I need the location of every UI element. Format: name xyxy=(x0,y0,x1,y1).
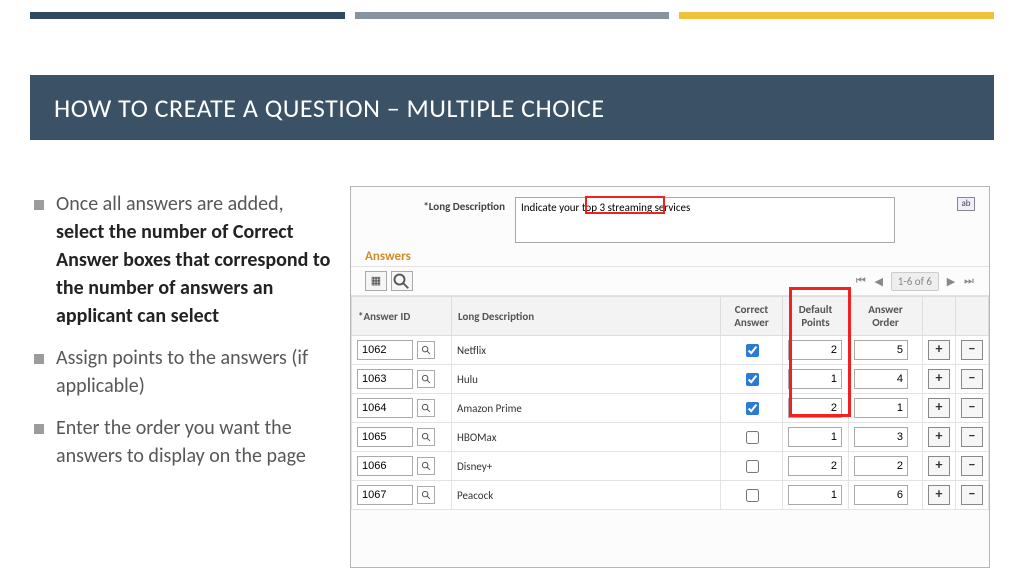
bullet-2: Assign points to the answers (if applica… xyxy=(52,344,334,400)
answer-desc: HBOMax xyxy=(452,423,721,452)
points-input[interactable] xyxy=(788,369,842,389)
correct-checkbox[interactable] xyxy=(746,344,759,357)
pager-next-icon[interactable]: ▶ xyxy=(945,275,957,288)
remove-row-button[interactable]: − xyxy=(961,398,983,418)
long-description-label: *Long Description xyxy=(365,197,505,213)
answer-id-input[interactable] xyxy=(357,456,413,476)
order-input[interactable] xyxy=(854,456,908,476)
pager-prev-icon[interactable]: ◀ xyxy=(873,275,885,288)
answer-id-input[interactable] xyxy=(357,427,413,447)
remove-row-button[interactable]: − xyxy=(961,485,983,505)
answers-table: *Answer ID Long Description Correct Answ… xyxy=(351,296,989,510)
points-input[interactable] xyxy=(788,340,842,360)
points-input[interactable] xyxy=(788,398,842,418)
bullet-3: Enter the order you want the answers to … xyxy=(52,414,334,470)
answer-desc: Netflix xyxy=(452,336,721,365)
pager-range[interactable]: 1-6 of 6 xyxy=(891,272,939,291)
answer-desc: Amazon Prime xyxy=(452,394,721,423)
instruction-bullets: Once all answers are added, select the n… xyxy=(34,190,334,484)
correct-checkbox[interactable] xyxy=(746,460,759,473)
add-row-button[interactable]: + xyxy=(928,340,950,360)
answers-panel: *Long Description ab Answers ▦ ⏮ ◀ 1-6 o… xyxy=(350,186,990,568)
order-input[interactable] xyxy=(854,485,908,505)
remove-row-button[interactable]: − xyxy=(961,340,983,360)
answers-toolbar: ▦ ⏮ ◀ 1-6 of 6 ▶ ⏭ xyxy=(351,267,989,296)
order-input[interactable] xyxy=(854,369,908,389)
bullet-1: Once all answers are added, select the n… xyxy=(52,190,334,330)
table-row: Peacock +− xyxy=(352,481,989,510)
table-row: Netflix +− xyxy=(352,336,989,365)
grid-view-button[interactable]: ▦ xyxy=(365,271,387,291)
correct-checkbox[interactable] xyxy=(746,489,759,502)
answers-heading: Answers xyxy=(351,249,989,267)
col-correct: Correct Answer xyxy=(721,297,783,336)
col-order: Answer Order xyxy=(849,297,923,336)
pager-last-icon[interactable]: ⏭ xyxy=(963,274,975,288)
table-row: Hulu +− xyxy=(352,365,989,394)
answer-id-input[interactable] xyxy=(357,398,413,418)
spellcheck-icon[interactable]: ab xyxy=(957,197,975,211)
table-row: HBOMax +− xyxy=(352,423,989,452)
col-long-desc: Long Description xyxy=(452,297,721,336)
answer-desc: Peacock xyxy=(452,481,721,510)
points-input[interactable] xyxy=(788,427,842,447)
answer-id-input[interactable] xyxy=(357,340,413,360)
order-input[interactable] xyxy=(854,340,908,360)
table-row: Disney+ +− xyxy=(352,452,989,481)
remove-row-button[interactable]: − xyxy=(961,369,983,389)
correct-checkbox[interactable] xyxy=(746,431,759,444)
lookup-icon[interactable] xyxy=(417,399,435,417)
order-input[interactable] xyxy=(854,427,908,447)
lookup-icon[interactable] xyxy=(417,457,435,475)
add-row-button[interactable]: + xyxy=(928,427,950,447)
answer-id-input[interactable] xyxy=(357,485,413,505)
lookup-icon[interactable] xyxy=(417,428,435,446)
correct-checkbox[interactable] xyxy=(746,373,759,386)
answer-desc: Hulu xyxy=(452,365,721,394)
add-row-button[interactable]: + xyxy=(928,398,950,418)
lookup-icon[interactable] xyxy=(417,341,435,359)
remove-row-button[interactable]: − xyxy=(961,456,983,476)
points-input[interactable] xyxy=(788,485,842,505)
answer-id-input[interactable] xyxy=(357,369,413,389)
order-input[interactable] xyxy=(854,398,908,418)
answer-desc: Disney+ xyxy=(452,452,721,481)
table-row: Amazon Prime +− xyxy=(352,394,989,423)
search-button[interactable] xyxy=(391,271,413,291)
pager-first-icon[interactable]: ⏮ xyxy=(855,274,867,288)
pager: ⏮ ◀ 1-6 of 6 ▶ ⏭ xyxy=(855,272,975,291)
col-points: Default Points xyxy=(783,297,849,336)
points-input[interactable] xyxy=(788,456,842,476)
page-title: HOW TO CREATE A QUESTION – MULTIPLE CHOI… xyxy=(30,75,994,140)
col-answer-id: *Answer ID xyxy=(352,297,452,336)
top-stripes xyxy=(30,12,994,19)
remove-row-button[interactable]: − xyxy=(961,427,983,447)
add-row-button[interactable]: + xyxy=(928,456,950,476)
add-row-button[interactable]: + xyxy=(928,369,950,389)
lookup-icon[interactable] xyxy=(417,370,435,388)
correct-checkbox[interactable] xyxy=(746,402,759,415)
lookup-icon[interactable] xyxy=(417,486,435,504)
add-row-button[interactable]: + xyxy=(928,485,950,505)
long-description-input[interactable] xyxy=(515,197,895,243)
